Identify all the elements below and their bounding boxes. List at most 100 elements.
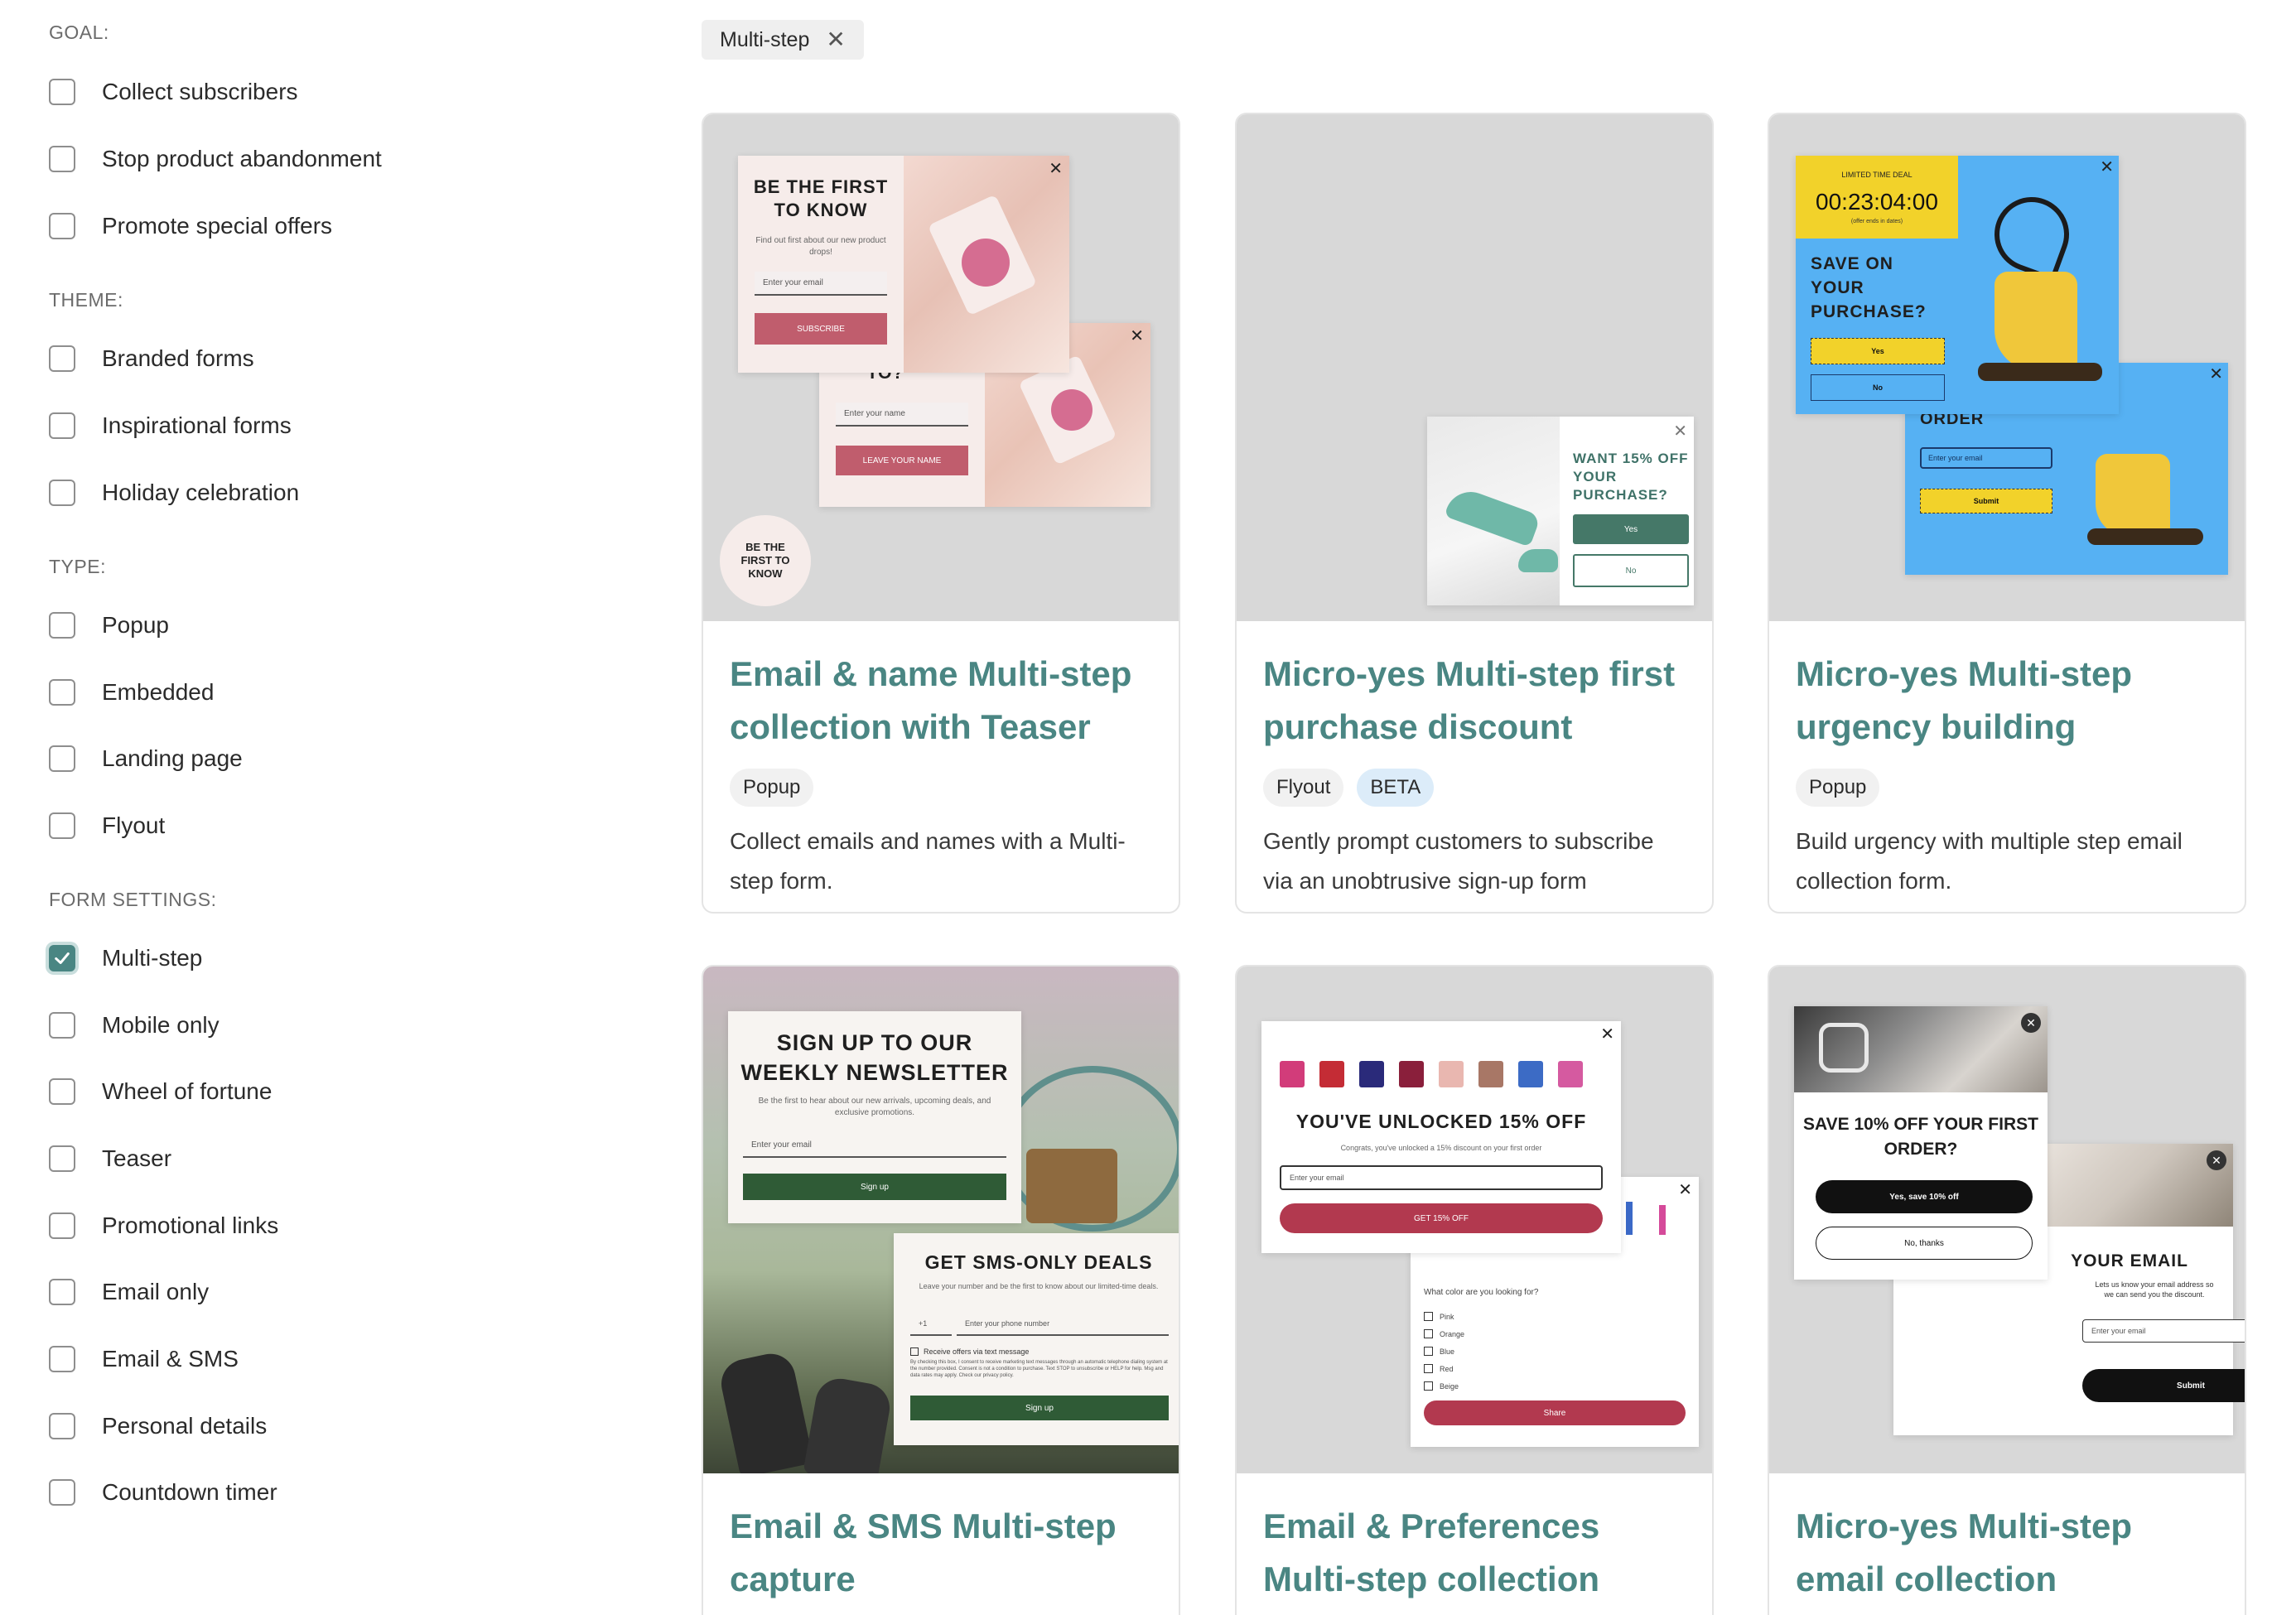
preview-heading: SAVE 10% OFF YOUR FIRST ORDER? <box>1803 1115 2038 1159</box>
preview-consent-label: Receive offers via text message <box>924 1347 1030 1356</box>
filter-option-inspirational-forms[interactable]: Inspirational forms <box>49 407 292 444</box>
checkbox[interactable] <box>49 412 75 439</box>
checkbox[interactable] <box>49 213 75 239</box>
preview-choice: Pink <box>1424 1308 1464 1325</box>
template-description: Gently prompt customers to subscribe via… <box>1263 828 1654 894</box>
filter-option-personal-details[interactable]: Personal details <box>49 1408 267 1444</box>
template-title[interactable]: Email & name Multi-step collection with … <box>730 648 1152 754</box>
preview-image <box>904 156 1069 373</box>
filter-option-holiday-celebration[interactable]: Holiday celebration <box>49 475 299 511</box>
preview-popup-step-1: YOU'VE UNLOCKED 15% OFF Congrats, you've… <box>1261 1021 1621 1253</box>
filter-option-popup[interactable]: Popup <box>49 607 169 644</box>
filter-option-countdown-timer[interactable]: Countdown timer <box>49 1474 277 1511</box>
template-description: Build urgency with multiple step email c… <box>1796 828 2183 894</box>
close-icon: ✕ <box>1130 327 1144 345</box>
template-title[interactable]: Micro-yes Multi-step urgency building <box>1796 648 2218 754</box>
template-title[interactable]: Micro-yes Multi-step email collection <box>1796 1500 2218 1606</box>
filter-option-teaser[interactable]: Teaser <box>49 1140 171 1177</box>
template-card[interactable]: WANT 15% OFF YOUR PURCHASE? Yes No ✕ Mic… <box>1235 113 1714 914</box>
template-card-body: Email & name Multi-step collection with … <box>703 621 1179 901</box>
preview-button: SUBSCRIBE <box>755 313 887 345</box>
preview-choice-list: Pink Orange Blue Red Beige <box>1424 1308 1464 1395</box>
preview-input: Enter your email <box>755 272 887 296</box>
preview-image <box>1427 417 1560 605</box>
filter-option-embedded[interactable]: Embedded <box>49 674 214 711</box>
checkmark-icon <box>55 952 70 964</box>
template-preview: YOUR FIRST ORDER Enter your email Submit… <box>1769 114 2245 621</box>
close-icon: ✕ <box>2207 1150 2226 1170</box>
template-title[interactable]: Email & SMS Multi-step capture <box>730 1500 1152 1606</box>
filter-option-label: Stop product abandonment <box>102 146 382 171</box>
checkbox-checked[interactable] <box>49 945 75 971</box>
preview-choice: Red <box>1424 1360 1464 1377</box>
checkbox[interactable] <box>49 1212 75 1239</box>
checkbox[interactable] <box>49 1479 75 1506</box>
preview-input: Enter your email <box>1920 447 2052 469</box>
checkbox[interactable] <box>49 1012 75 1039</box>
checkbox[interactable] <box>49 146 75 172</box>
filter-option-email-sms[interactable]: Email & SMS <box>49 1341 239 1377</box>
preview-input: Enter your email <box>1280 1165 1603 1190</box>
template-card-body: Micro-yes Multi-step email collection <box>1769 1473 2245 1606</box>
checkbox[interactable] <box>49 1279 75 1305</box>
checkbox[interactable] <box>49 345 75 372</box>
preview-no-button: No <box>1573 554 1689 587</box>
template-card-body: Micro-yes Multi-step first purchase disc… <box>1237 621 1712 901</box>
template-preview: WANT 15% OFF YOUR PURCHASE? Yes No ✕ <box>1237 114 1712 621</box>
template-card[interactable]: ✕ YOUR EMAIL Lets us know your email add… <box>1768 965 2246 1615</box>
checkbox[interactable] <box>49 1346 75 1372</box>
checkbox[interactable] <box>49 480 75 506</box>
preview-flyout: WANT 15% OFF YOUR PURCHASE? Yes No ✕ <box>1427 417 1694 605</box>
preview-submit-button: Submit <box>2082 1369 2245 1402</box>
preview-input: Enter your email <box>743 1134 1006 1158</box>
active-filter-chip: Multi-step ✕ <box>702 20 864 60</box>
preview-yes-button: Yes <box>1811 338 1945 364</box>
filter-option-flyout[interactable]: Flyout <box>49 808 165 844</box>
filter-sidebar: GOAL: Collect subscribers Stop product a… <box>0 0 646 1615</box>
preview-yes-button: Yes, save 10% off <box>1816 1180 2033 1213</box>
template-card-body: Email & Preferences Multi-step collectio… <box>1237 1473 1712 1606</box>
checkbox[interactable] <box>49 679 75 706</box>
preview-input: Enter your email <box>2082 1319 2245 1343</box>
close-icon: ✕ <box>1678 1181 1692 1199</box>
preview-heading: SAVE ON YOUR PURCHASE? <box>1811 254 1927 321</box>
filter-option-label: Email only <box>102 1279 210 1304</box>
close-icon[interactable]: ✕ <box>826 28 845 51</box>
preview-consent-checkbox <box>910 1347 919 1356</box>
template-title[interactable]: Micro-yes Multi-step first purchase disc… <box>1263 648 1686 754</box>
checkbox[interactable] <box>49 612 75 639</box>
checkbox[interactable] <box>49 79 75 105</box>
filter-option-label: Mobile only <box>102 1012 219 1038</box>
preview-teaser: BE THE FIRST TO KNOW <box>720 515 811 606</box>
template-card[interactable]: SIGN UP TO OUR WEEKLY NEWSLETTER Be the … <box>702 965 1180 1615</box>
filter-option-stop-product-abandonment[interactable]: Stop product abandonment <box>49 141 382 177</box>
template-card[interactable]: MAKE IT OUT TO? Enter your name LEAVE YO… <box>702 113 1180 914</box>
filter-option-promotional-links[interactable]: Promotional links <box>49 1208 278 1244</box>
filter-option-mobile-only[interactable]: Mobile only <box>49 1007 219 1044</box>
template-title[interactable]: Email & Preferences Multi-step collectio… <box>1263 1500 1686 1606</box>
checkbox[interactable] <box>49 745 75 772</box>
filter-option-collect-subscribers[interactable]: Collect subscribers <box>49 74 298 110</box>
template-card-body: Micro-yes Multi-step urgency building Po… <box>1769 621 2245 901</box>
template-preview: What color are you looking for? Pink Ora… <box>1237 967 1712 1473</box>
filter-option-wheel-of-fortune[interactable]: Wheel of fortune <box>49 1073 272 1110</box>
template-card[interactable]: YOUR FIRST ORDER Enter your email Submit… <box>1768 113 2246 914</box>
preview-button: Sign up <box>743 1174 1006 1200</box>
checkbox[interactable] <box>49 1413 75 1439</box>
preview-image <box>2026 1144 2233 1227</box>
preview-heading: BE THE FIRST TO KNOW <box>753 176 889 220</box>
preview-phone-input: Enter your phone number <box>957 1313 1169 1336</box>
filter-option-email-only[interactable]: Email only <box>49 1274 209 1310</box>
preview-no-button: No <box>1811 374 1945 401</box>
filter-option-multi-step[interactable]: Multi-step <box>49 940 202 976</box>
preview-image <box>1271 1038 1594 1092</box>
filter-option-promote-special-offers[interactable]: Promote special offers <box>49 208 332 244</box>
checkbox[interactable] <box>49 1145 75 1172</box>
preview-choice-label: Pink <box>1440 1312 1454 1321</box>
filter-option-branded-forms[interactable]: Branded forms <box>49 340 254 377</box>
preview-timer-banner: LIMITED TIME DEAL 00:23:04:00 (offer end… <box>1796 156 1958 239</box>
checkbox[interactable] <box>49 812 75 839</box>
checkbox[interactable] <box>49 1078 75 1105</box>
template-card[interactable]: What color are you looking for? Pink Ora… <box>1235 965 1714 1615</box>
filter-option-landing-page[interactable]: Landing page <box>49 740 243 777</box>
